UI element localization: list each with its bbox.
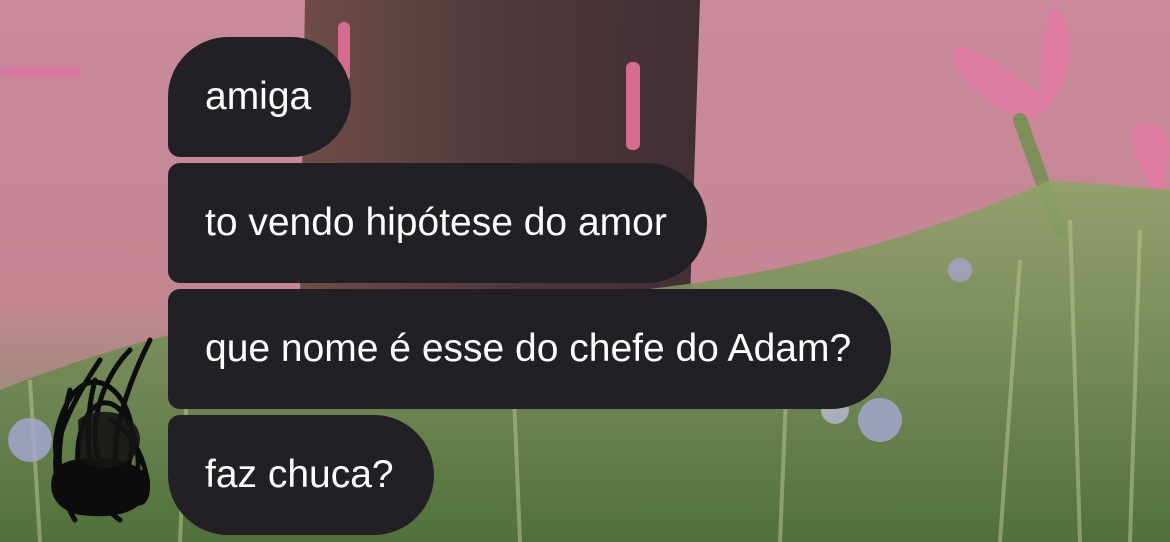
message-bubble[interactable]: que nome é esse do chefe do Adam?: [168, 289, 892, 409]
message-bubble[interactable]: amiga: [168, 37, 352, 157]
message-text: amiga: [205, 75, 312, 118]
message-bubble[interactable]: to vendo hipótese do amor: [168, 163, 707, 283]
message-text: to vendo hipótese do amor: [205, 201, 667, 244]
message-bubble[interactable]: faz chuca?: [168, 415, 434, 535]
message-text: faz chuca?: [205, 453, 394, 496]
message-text: que nome é esse do chefe do Adam?: [205, 327, 852, 370]
avatar-scribble-icon: [51, 337, 153, 523]
